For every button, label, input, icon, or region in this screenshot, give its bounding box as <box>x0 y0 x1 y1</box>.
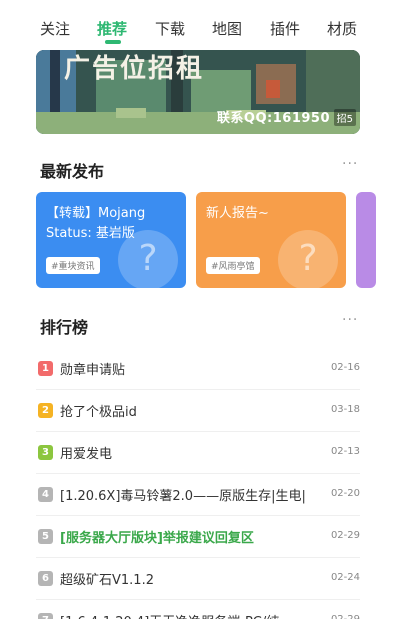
ranking-date: 03-18 <box>330 404 360 415</box>
ranking-row[interactable]: 3 用爱发电 02-13 <box>36 432 360 474</box>
rank-badge: 2 <box>38 403 53 418</box>
rank-badge: 3 <box>38 445 53 460</box>
ranking-title: 超级矿石V1.1.2 <box>60 573 154 588</box>
card-tag[interactable]: #重块资讯 <box>46 257 100 274</box>
card-title: 新人报告~ <box>206 206 269 221</box>
latest-section-title: 最新发布 <box>38 158 105 182</box>
ranking-title: [1.6.4-1.20.4]无无净净服务端-PC/纯 <box>60 611 330 619</box>
ranking-section-title-text: 排行榜 <box>40 318 89 337</box>
rank-badge: 6 <box>38 571 53 586</box>
active-tab-indicator <box>105 40 121 44</box>
ranking-title: [1.20.6X]毒马铃薯2.0——原版生存|生电| <box>60 489 306 504</box>
rank-badge: 1 <box>38 361 53 376</box>
rank-badge: 5 <box>38 529 53 544</box>
ranking-title: [服务器大厅版块]举报建议回复区 <box>60 531 254 546</box>
question-mark-icon: ? <box>118 230 178 288</box>
more-dots-icon[interactable]: ··· <box>342 312 358 328</box>
card-tag[interactable]: #风雨亭馆 <box>206 257 260 274</box>
ad-banner[interactable]: 广告位招租 联系QQ:161950 招5 <box>36 50 360 134</box>
ranking-date: 02-20 <box>330 488 360 499</box>
ranking-list: 1 勋章申请贴 02-16 2 抢了个极品id 03-18 3 用爱发电 02-… <box>36 348 360 619</box>
top-navigation: 关注 推荐 下载 地图 插件 材质 <box>0 0 400 50</box>
ranking-row[interactable]: 6 超级矿石V1.1.2 02-24 <box>36 558 360 600</box>
ranking-row[interactable]: 4 [1.20.6X]毒马铃薯2.0——原版生存|生电| 02-20 <box>36 474 360 516</box>
banner-suffix: 招5 <box>333 109 356 126</box>
latest-card[interactable]: 【转载】Mojang Status: 基岩版 ? #重块资讯 <box>36 192 186 288</box>
latest-section-title-text: 最新发布 <box>40 162 105 181</box>
tab-plugin[interactable]: 插件 <box>270 18 300 39</box>
more-dots-icon[interactable]: ··· <box>342 156 358 172</box>
ranking-row[interactable]: 5 [服务器大厅版块]举报建议回复区 02-29 <box>36 516 360 558</box>
banner-headline: 广告位招租 <box>64 54 205 84</box>
tab-texture[interactable]: 材质 <box>327 18 357 39</box>
question-mark-icon: ? <box>278 230 338 288</box>
ranking-date: 02-16 <box>330 362 360 373</box>
rank-badge: 4 <box>38 487 53 502</box>
ranking-date: 02-13 <box>330 446 360 457</box>
ranking-row[interactable]: 7 [1.6.4-1.20.4]无无净净服务端-PC/纯 02-29 <box>36 600 360 619</box>
banner-contact: 联系QQ:161950 <box>216 111 330 126</box>
latest-card-partial[interactable] <box>356 192 376 288</box>
tab-download[interactable]: 下载 <box>155 18 185 39</box>
ranking-date: 02-24 <box>330 572 360 583</box>
tab-map[interactable]: 地图 <box>212 18 242 39</box>
ranking-row[interactable]: 2 抢了个极品id 03-18 <box>36 390 360 432</box>
ranking-date: 02-29 <box>330 530 360 541</box>
ranking-title: 抢了个极品id <box>60 405 137 420</box>
rank-badge: 7 <box>38 613 53 619</box>
ranking-section-title: 排行榜 <box>38 314 89 338</box>
tab-follow[interactable]: 关注 <box>40 18 70 39</box>
tab-recommend[interactable]: 推荐 <box>97 18 127 39</box>
ranking-title: 勋章申请贴 <box>60 363 126 378</box>
ranking-row[interactable]: 1 勋章申请贴 02-16 <box>36 348 360 390</box>
latest-card[interactable]: 新人报告~ ? #风雨亭馆 <box>196 192 346 288</box>
ranking-date: 02-29 <box>331 614 360 619</box>
ranking-title: 用爱发电 <box>60 447 113 462</box>
